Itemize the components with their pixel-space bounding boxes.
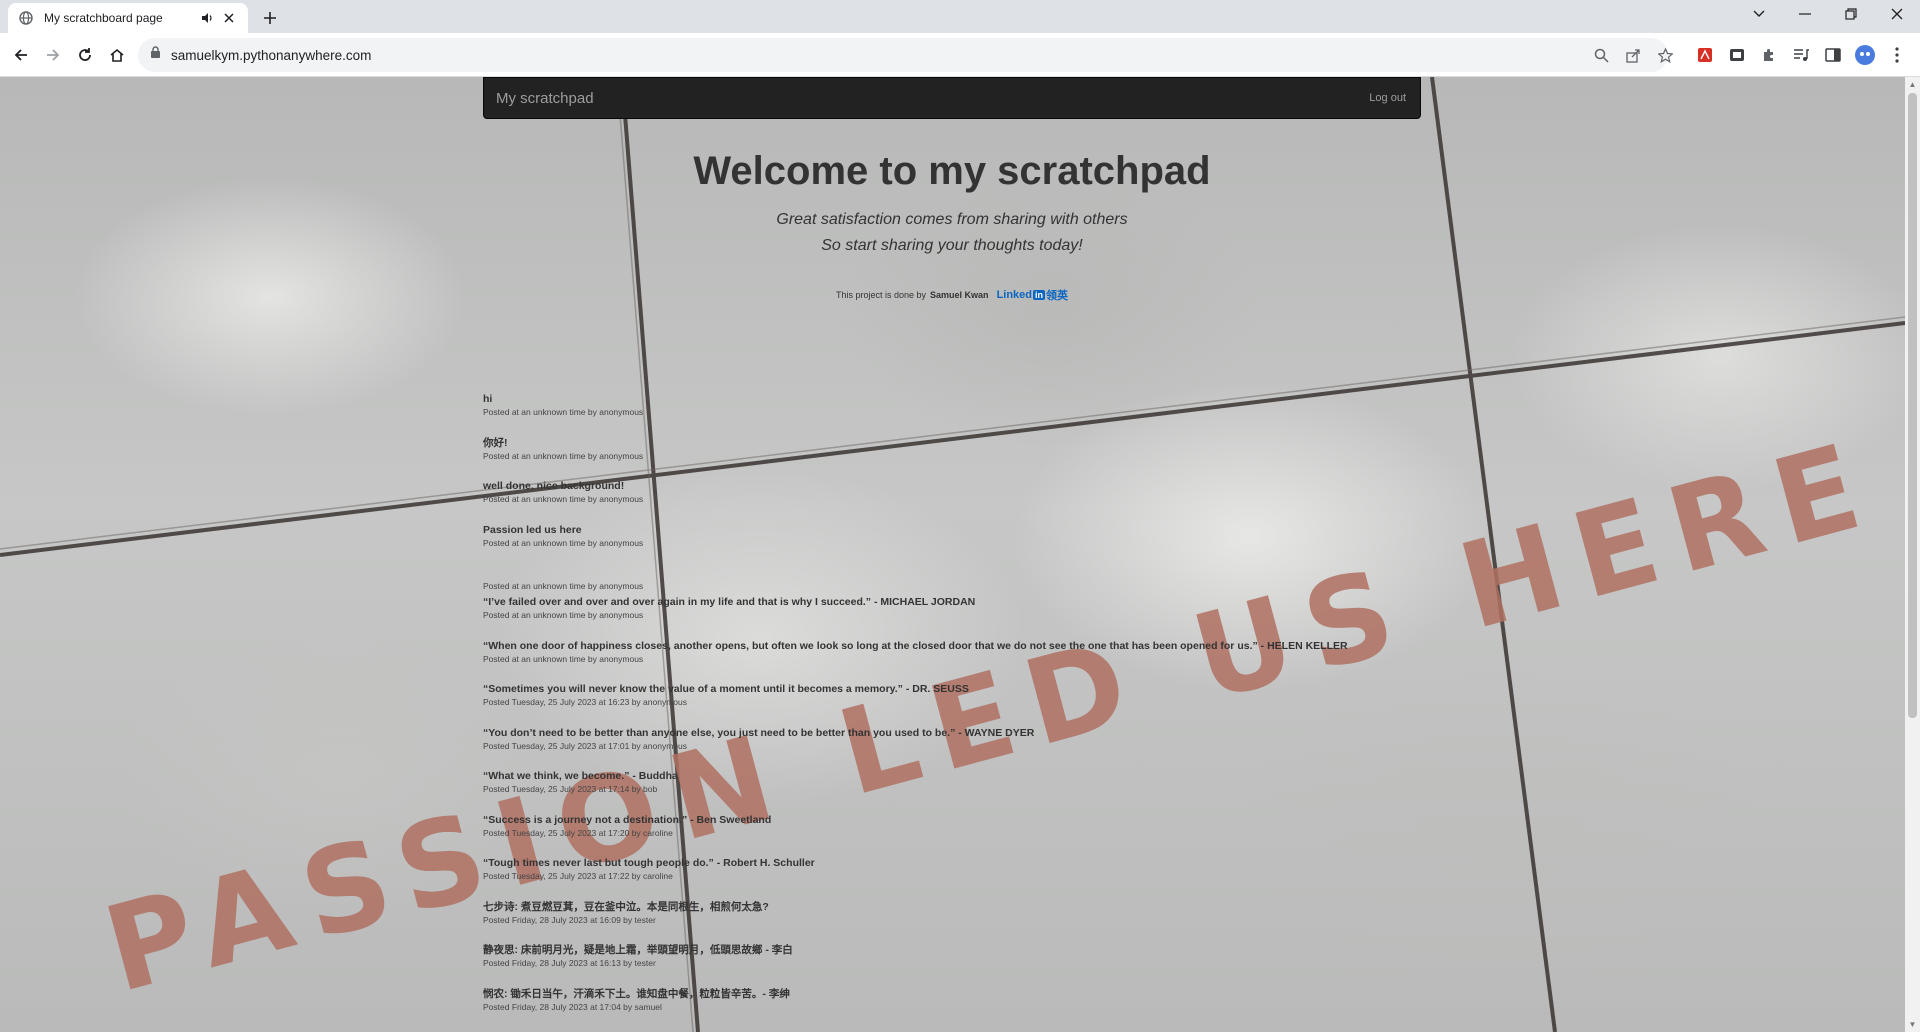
scroll-up-arrow-icon[interactable]: ▲ [1908,80,1917,89]
post-item: “I’ve failed over and over and over agai… [483,596,1443,640]
post-text: Passion led us here [483,523,582,536]
brand-link[interactable]: My scratchpad [496,90,594,107]
post-text: “I’ve failed over and over and over agai… [483,596,976,608]
credit-author: Samuel Kwan [930,290,989,300]
post-meta: Posted at an unknown time by anonymous [483,653,644,664]
post-text: 悯农: 锄禾日当午，汗滴禾下土。谁知盘中餐，粒粒皆辛苦。- 李绅 [483,987,790,1000]
linkedin-chinese-label: 领英 [1046,290,1069,302]
tab-title: My scratchboard page [44,11,163,25]
post-meta: Posted Friday, 28 July 2023 at 16:09 by … [483,914,656,925]
post-meta: Posted at an unknown time by anonymous [483,581,644,591]
post-meta: Posted Friday, 28 July 2023 at 16:13 by … [483,958,656,968]
browser-toolbar: samuelkym.pythonanywhere.com [0,33,1920,77]
post-text: “When one door of happiness closes, anot… [483,639,1348,652]
linkedin-wordmark: Linked [996,289,1033,301]
posts-list: hi Posted at an unknown time by anonymou… [483,393,1443,1031]
browser-tab[interactable]: My scratchboard page [8,3,248,33]
post-text: 你好! [483,436,508,449]
post-meta: Posted at an unknown time by anonymous [483,610,644,620]
back-button[interactable] [8,42,34,68]
restore-button[interactable] [1828,0,1874,28]
scrollbar-thumb[interactable] [1908,93,1917,718]
page-scrollbar[interactable]: ▲ ▼ [1905,77,1920,1032]
zoom-icon[interactable] [1590,44,1612,66]
post-item: 七步诗: 煮豆燃豆萁，豆在釜中泣。本是同根生，相煎何太急? Posted Fri… [483,901,1443,945]
pdf-extension-icon[interactable] [1694,44,1716,66]
post-item: Posted at an unknown time by anonymous [483,567,1443,596]
hero-subtitle-line1: Great satisfaction comes from sharing wi… [776,211,1128,228]
extension-icon[interactable] [1726,44,1748,66]
post-item: well done, nice background! Posted at an… [483,480,1443,524]
reload-button[interactable] [72,42,98,68]
scroll-down-arrow-icon[interactable]: ▼ [1908,1020,1917,1029]
post-text: “Success is a journey not a destination.… [483,813,772,826]
post-meta: Posted at an unknown time by anonymous [483,537,644,548]
post-item: “When one door of happiness closes, anot… [483,640,1443,684]
post-item: “Success is a journey not a destination.… [483,814,1443,858]
post-item: 悯农: 锄禾日当午，汗滴禾下土。谁知盘中餐，粒粒皆辛苦。- 李绅 Posted … [483,988,1443,1032]
menu-kebab-icon[interactable] [1886,44,1908,66]
logout-link[interactable]: Log out [1369,92,1406,104]
post-text: “Tough times never last but tough people… [483,857,815,869]
page-title: Welcome to my scratchpad [693,149,1211,193]
globe-icon [18,10,34,26]
speaker-icon[interactable] [198,9,216,27]
post-text: 静夜思: 床前明月光，疑是地上霜，举頭望明月，低頭思故鄉 - 李白 [483,944,793,956]
media-control-icon[interactable] [1790,44,1812,66]
forward-button[interactable] [40,42,66,68]
post-text [483,567,1443,580]
linkedin-link[interactable]: Linked in 领英 [997,287,1068,303]
close-window-button[interactable] [1874,0,1920,28]
post-text: 七步诗: 煮豆燃豆萁，豆在釜中泣。本是同根生，相煎何太急? [483,900,769,913]
tab-strip: My scratchboard page [0,0,1920,33]
profile-avatar[interactable] [1854,44,1876,66]
post-meta: Posted at an unknown time by anonymous [483,407,644,417]
post-meta: Posted Tuesday, 25 July 2023 at 17:22 by… [483,871,673,881]
post-item: “What we think, we become.” - Buddha Pos… [483,770,1443,814]
home-button[interactable] [104,42,130,68]
credit-line: This project is done by Samuel Kwan Link… [483,287,1421,303]
bookmark-star-icon[interactable] [1654,44,1676,66]
page-viewport: PASSION LED US HERE My scratchpad Log ou… [0,77,1905,1032]
post-item: “You don’t need to be better than anyone… [483,727,1443,771]
credit-prefix: This project is done by [835,290,927,300]
post-meta: Posted Friday, 28 July 2023 at 17:04 by … [483,1001,662,1012]
tab-search-icon[interactable] [1736,0,1782,28]
post-item: 你好! Posted at an unknown time by anonymo… [483,437,1443,481]
lock-icon [150,46,161,64]
side-panel-icon[interactable] [1822,44,1844,66]
post-meta: Posted Tuesday, 25 July 2023 at 17:14 by… [483,784,658,794]
post-text: “Sometimes you will never know the value… [483,683,969,695]
post-item: hi Posted at an unknown time by anonymou… [483,393,1443,437]
post-item: Passion led us here Posted at an unknown… [483,524,1443,568]
site-navbar: My scratchpad Log out [483,77,1421,119]
post-text: “What we think, we become.” - Buddha [483,770,678,782]
post-meta: Posted Tuesday, 25 July 2023 at 16:23 by… [483,697,687,707]
close-tab-icon[interactable] [220,9,238,27]
new-tab-button[interactable] [258,6,282,30]
post-meta: Posted Tuesday, 25 July 2023 at 17:20 by… [483,827,673,838]
post-meta: Posted Tuesday, 25 July 2023 at 17:01 by… [483,740,687,751]
puzzle-icon[interactable] [1758,44,1780,66]
post-text: well done, nice background! [483,480,625,492]
post-meta: Posted at an unknown time by anonymous [483,450,644,461]
post-text: hi [483,393,493,405]
post-meta: Posted at an unknown time by anonymous [483,494,644,504]
post-item: 静夜思: 床前明月光，疑是地上霜，举頭望明月，低頭思故鄉 - 李白 Posted… [483,944,1443,988]
linkedin-in-badge: in [1033,290,1046,300]
post-item: “Tough times never last but tough people… [483,857,1443,901]
share-icon[interactable] [1622,44,1644,66]
minimize-button[interactable] [1782,0,1828,28]
url-text: samuelkym.pythonanywhere.com [171,47,372,63]
post-text: “You don’t need to be better than anyone… [483,726,1035,739]
post-item: “Sometimes you will never know the value… [483,683,1443,727]
hero-subtitle-line2: So start sharing your thoughts today! [821,237,1083,254]
address-bar[interactable]: samuelkym.pythonanywhere.com [138,38,1668,72]
